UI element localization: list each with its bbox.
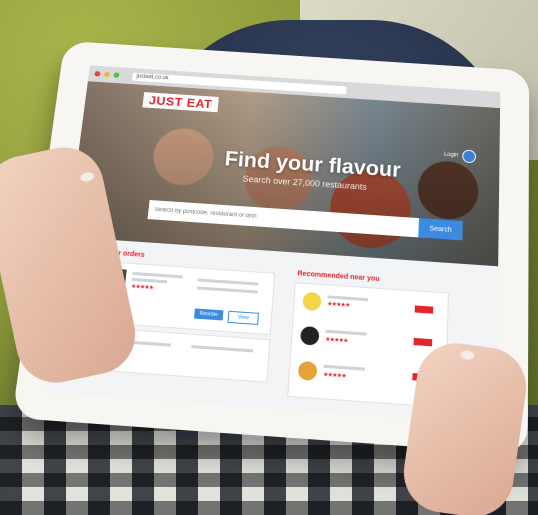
rating-stars: ★★★★★ bbox=[326, 301, 350, 309]
fingernail bbox=[79, 171, 96, 183]
offer-tag[interactable] bbox=[413, 337, 433, 347]
recommended-title: Recommended near you bbox=[297, 270, 380, 283]
text-placeholder bbox=[323, 364, 365, 371]
text-placeholder bbox=[191, 345, 254, 353]
search-button[interactable]: Search bbox=[418, 218, 463, 241]
restaurant-logo bbox=[297, 360, 318, 381]
text-placeholder bbox=[196, 286, 258, 294]
rating-stars: ★★★★★ bbox=[324, 336, 348, 345]
offer-tag[interactable] bbox=[414, 305, 434, 314]
minimize-window-icon[interactable] bbox=[103, 71, 111, 78]
maximize-window-icon[interactable] bbox=[113, 72, 120, 78]
close-window-icon[interactable] bbox=[94, 71, 101, 77]
photo-scene: justeat.co.uk JUST EAT Login Find your f… bbox=[0, 0, 538, 515]
view-order-button[interactable]: View bbox=[227, 310, 260, 326]
reorder-button[interactable]: Reorder bbox=[194, 308, 224, 321]
just-eat-logo[interactable]: JUST EAT bbox=[142, 92, 219, 113]
user-account-icon[interactable] bbox=[462, 149, 477, 164]
text-placeholder bbox=[325, 329, 367, 336]
text-placeholder bbox=[197, 278, 259, 286]
search-input[interactable] bbox=[147, 199, 419, 238]
hero-banner: JUST EAT Login Find your flavour Search … bbox=[67, 81, 501, 267]
restaurant-logo bbox=[299, 325, 320, 346]
rating-stars: ★★★★★ bbox=[130, 283, 154, 292]
text-placeholder bbox=[132, 271, 183, 279]
restaurant-logo bbox=[302, 291, 322, 312]
rating-stars: ★★★★★ bbox=[322, 371, 346, 380]
login-link[interactable]: Login bbox=[444, 152, 459, 159]
search-bar: Search bbox=[147, 199, 463, 241]
fingernail bbox=[459, 349, 476, 361]
